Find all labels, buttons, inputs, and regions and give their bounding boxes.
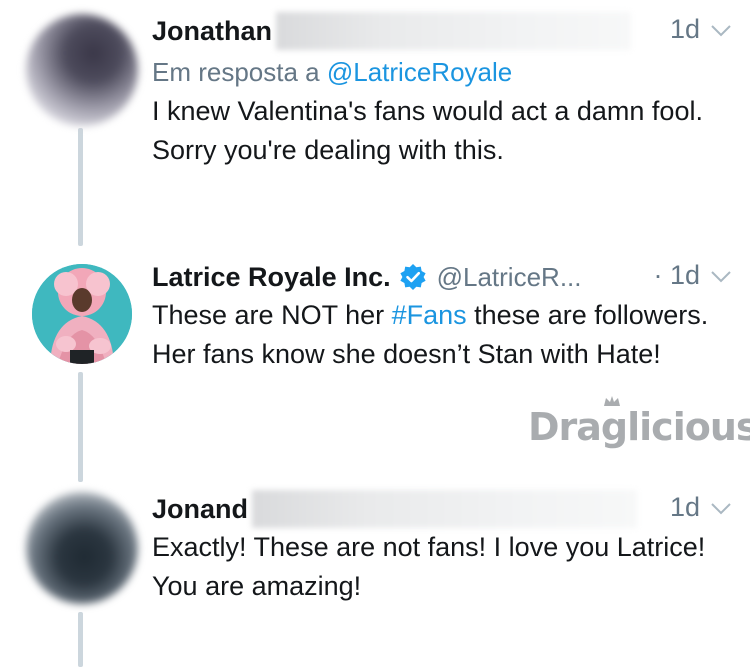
avatar[interactable] xyxy=(26,492,138,604)
blurred-handle xyxy=(252,490,638,528)
timestamp[interactable]: 1d xyxy=(670,492,700,523)
crown-icon xyxy=(604,396,620,406)
reply-prefix: Em resposta a xyxy=(152,57,327,87)
watermark-logo: Draglicious xyxy=(528,396,750,449)
display-name[interactable]: Jonathan xyxy=(152,16,272,47)
verified-badge-icon xyxy=(400,264,426,290)
chevron-down-icon[interactable] xyxy=(710,502,732,516)
hashtag-link[interactable]: #Fans xyxy=(392,300,467,330)
blurred-handle xyxy=(276,12,632,50)
conversation-thread: Jonathan 1d Em resposta a @LatriceRoyale… xyxy=(0,0,750,667)
chevron-down-icon[interactable] xyxy=(710,270,732,284)
watermark-text: Draglicious xyxy=(528,405,750,449)
reply-context: Em resposta a @LatriceRoyale xyxy=(152,52,736,92)
tweet[interactable]: Jonathan 1d Em resposta a @LatriceRoyale… xyxy=(0,0,750,250)
avatar[interactable] xyxy=(26,14,138,126)
user-handle[interactable]: @LatriceR... xyxy=(437,262,582,293)
display-name[interactable]: Jonand xyxy=(152,494,248,525)
mention-link[interactable]: @LatriceRoyale xyxy=(327,57,512,87)
timestamp[interactable]: · 1d xyxy=(653,260,700,291)
tweet-text-part: These are NOT her xyxy=(152,300,392,330)
display-name[interactable]: Latrice Royale Inc. xyxy=(152,262,391,293)
tweet-text: I knew Valentina's fans would act a damn… xyxy=(152,96,703,165)
timestamp[interactable]: 1d xyxy=(670,14,700,45)
profile-photo xyxy=(32,264,132,364)
avatar[interactable] xyxy=(32,264,132,364)
tweet-text: These are NOT her #Fans these are follow… xyxy=(152,296,736,374)
tweet[interactable]: Jonand 1d Exactly! These are not fans! I… xyxy=(0,480,750,667)
chevron-down-icon[interactable] xyxy=(710,24,732,38)
tweet-text: Exactly! These are not fans! I love you … xyxy=(152,532,706,601)
